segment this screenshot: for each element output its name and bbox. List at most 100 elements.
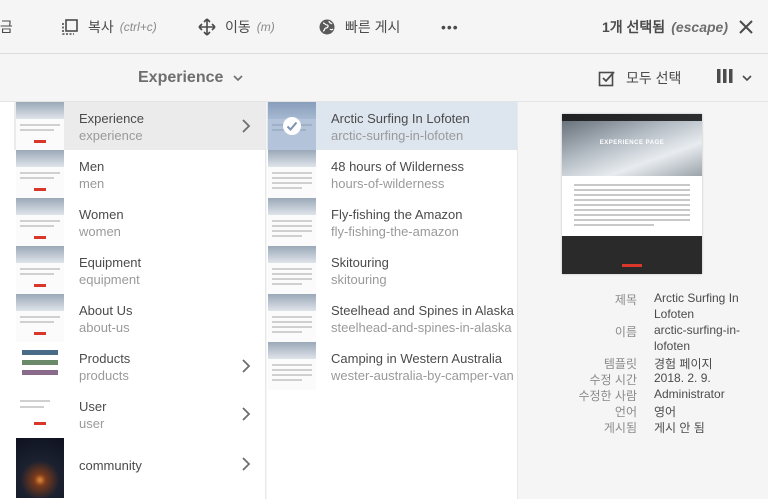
preview-nav xyxy=(562,114,702,121)
item-name: women xyxy=(79,224,121,239)
selection-escape-hint: (escape) xyxy=(671,19,728,35)
copy-icon xyxy=(60,17,80,37)
select-all-label: 모두 선택 xyxy=(626,70,682,86)
chevron-right-icon xyxy=(241,456,251,472)
column-item-community[interactable]: community xyxy=(14,438,265,498)
preview-panel: EXPERIENCE PAGE 제목 이름 템플릿 수정 시간 수정한 사람 언… xyxy=(519,102,768,499)
item-name: wester-australia-by-camper-van xyxy=(331,368,514,383)
item-name: hours-of-wilderness xyxy=(331,176,445,191)
column-item-48-hours[interactable]: 48 hours of Wilderness hours-of-wilderne… xyxy=(267,150,517,198)
meta-modified-key: 수정 시간 xyxy=(589,373,638,387)
meta-template-key: 템플릿 xyxy=(603,357,637,371)
page-thumbnail xyxy=(268,198,316,246)
selection-count-label: 1개 선택됨 xyxy=(601,19,666,35)
item-title: Women xyxy=(79,207,124,222)
item-title: About Us xyxy=(79,303,133,318)
meta-title-key: 제목 xyxy=(614,293,637,307)
column-sites: Experience experience Men men Women wome… xyxy=(14,102,266,499)
page-thumbnail xyxy=(16,390,64,438)
more-button[interactable]: ••• xyxy=(441,0,459,54)
item-name: products xyxy=(79,368,129,383)
item-title: Men xyxy=(79,159,105,174)
column-item-camping[interactable]: Camping in Western Australia wester-aust… xyxy=(267,342,517,390)
meta-name-value-2: lofoten xyxy=(654,339,691,353)
column-item-skitouring[interactable]: Skitouring skitouring xyxy=(267,246,517,294)
folder-title: Experience xyxy=(138,69,224,86)
item-name: experience xyxy=(79,128,143,143)
meta-published-value: 게시 안 됨 xyxy=(654,421,705,435)
item-name: arctic-surfing-in-lofoten xyxy=(331,128,464,143)
more-icon: ••• xyxy=(441,19,459,35)
chevron-right-icon xyxy=(241,358,251,374)
action-bar: 잠금 복사 (ctrl+c) 이동 (m) 빠른 게시 ••• 1개 선택됨 (… xyxy=(0,0,768,54)
chevron-down-icon xyxy=(742,69,752,87)
item-name: fly-fishing-the-amazon xyxy=(331,224,459,239)
globe-icon xyxy=(317,17,337,37)
quick-publish-label: 빠른 게시 xyxy=(345,19,401,35)
view-switcher[interactable] xyxy=(716,68,760,88)
column-item-about-us[interactable]: About Us about-us xyxy=(14,294,265,342)
column-item-products[interactable]: Products products xyxy=(14,342,265,390)
item-title: Skitouring xyxy=(331,255,389,270)
page-thumbnail xyxy=(268,294,316,342)
item-title: Products xyxy=(79,351,131,366)
item-title: Experience xyxy=(79,111,145,126)
left-gutter xyxy=(0,102,14,499)
page-thumbnail xyxy=(16,294,64,342)
item-name: equipment xyxy=(79,272,140,287)
item-title: User xyxy=(79,399,107,414)
preview-hero-title: EXPERIENCE PAGE xyxy=(599,140,665,146)
column-view-icon xyxy=(716,68,734,89)
page-thumbnail xyxy=(16,198,64,246)
column-item-fly-fishing[interactable]: Fly-fishing the Amazon fly-fishing-the-a… xyxy=(267,198,517,246)
lock-label: 잠금 xyxy=(0,19,13,35)
column-item-experience[interactable]: Experience experience xyxy=(14,102,265,150)
item-title: Camping in Western Australia xyxy=(331,351,503,366)
chevron-right-icon xyxy=(241,118,251,134)
selection-count: 1개 선택됨 (escape) xyxy=(602,0,728,54)
copy-shortcut: (ctrl+c) xyxy=(119,20,157,34)
meta-language-value: 영어 xyxy=(654,405,677,419)
page-thumbnail xyxy=(16,102,64,150)
column-item-user[interactable]: User user xyxy=(14,390,265,438)
move-button[interactable]: 이동 (m) xyxy=(197,0,275,54)
item-title: 48 hours of Wilderness xyxy=(331,159,464,174)
item-title: Steelhead and Spines in Alaska xyxy=(331,303,514,318)
item-name: skitouring xyxy=(331,272,387,287)
meta-name-value-1: arctic-surfing-in- xyxy=(654,323,741,337)
select-all-checkbox-icon xyxy=(598,69,616,87)
page-thumbnail xyxy=(16,438,64,498)
meta-template-value: 경험 페이지 xyxy=(654,357,713,371)
selected-check-icon xyxy=(268,102,316,150)
chevron-right-icon xyxy=(241,406,251,422)
page-thumbnail xyxy=(268,246,316,294)
column-item-equipment[interactable]: Equipment equipment xyxy=(14,246,265,294)
meta-language-key: 언어 xyxy=(614,405,637,419)
item-title: Arctic Surfing In Lofoten xyxy=(331,111,470,126)
meta-published-key: 게시됨 xyxy=(603,421,637,435)
column-item-men[interactable]: Men men xyxy=(14,150,265,198)
meta-name-key: 이름 xyxy=(614,325,637,339)
move-icon xyxy=(197,17,217,37)
lock-button[interactable]: 잠금 xyxy=(0,0,13,54)
move-label: 이동 xyxy=(225,19,251,35)
item-title: Fly-fishing the Amazon xyxy=(331,207,463,222)
close-icon[interactable] xyxy=(736,17,756,37)
page-thumbnail xyxy=(16,342,64,390)
item-name: user xyxy=(79,416,105,431)
copy-label: 복사 xyxy=(88,19,114,35)
page-thumbnail xyxy=(268,150,316,198)
folder-title-dropdown[interactable]: Experience xyxy=(138,54,243,102)
item-name: steelhead-and-spines-in-alaska xyxy=(331,320,512,335)
select-all-button[interactable]: 모두 선택 xyxy=(598,54,681,102)
page-thumbnail xyxy=(268,342,316,390)
page-thumbnail xyxy=(16,150,64,198)
column-item-women[interactable]: Women women xyxy=(14,198,265,246)
copy-button[interactable]: 복사 (ctrl+c) xyxy=(60,0,157,54)
chevron-down-icon xyxy=(233,69,243,87)
meta-modifiedby-value: Administrator xyxy=(654,387,725,401)
meta-modified-value: 2018. 2. 9. xyxy=(654,371,711,385)
column-item-arctic-surfing[interactable]: Arctic Surfing In Lofoten arctic-surfing… xyxy=(267,102,517,150)
column-item-steelhead[interactable]: Steelhead and Spines in Alaska steelhead… xyxy=(267,294,517,342)
quick-publish-button[interactable]: 빠른 게시 xyxy=(317,0,400,54)
